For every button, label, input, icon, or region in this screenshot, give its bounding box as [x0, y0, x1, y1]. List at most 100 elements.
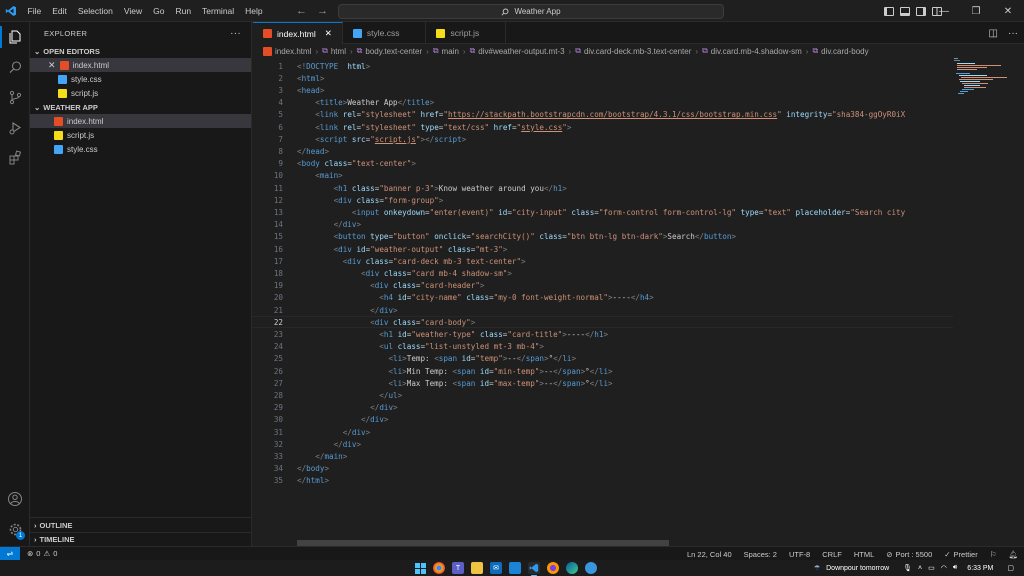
search-icon[interactable]	[0, 52, 30, 82]
code-line[interactable]: 27 <li>Max Temp: <span id="max-temp">--<…	[253, 377, 953, 389]
open-editor-item[interactable]: style.css	[30, 72, 251, 86]
chrome-icon[interactable]	[433, 562, 445, 574]
extensions-icon[interactable]	[0, 142, 30, 172]
firefox-icon[interactable]	[547, 562, 559, 574]
microphone-icon[interactable]: 🎙︎	[903, 564, 912, 572]
weather-rain-icon[interactable]: ☂	[814, 564, 820, 572]
remote-indicator-icon[interactable]: ⇌	[0, 546, 20, 561]
file-item[interactable]: style.css	[30, 142, 251, 156]
toggle-sidebar-icon[interactable]	[884, 6, 894, 16]
code-line[interactable]: 12 <div class="form-group">	[253, 194, 953, 206]
code-line[interactable]: 23 <h1 id="weather-type" class="card-tit…	[253, 328, 953, 340]
minimap[interactable]	[954, 58, 1010, 98]
explorer-icon[interactable]	[0, 22, 30, 52]
code-line[interactable]: 22 <div class="card-body">	[253, 316, 953, 329]
problems-indicator[interactable]: ⊗ 0 ⚠ 0	[27, 549, 57, 558]
breadcrumb-item[interactable]: div#weather-output.mt-3	[478, 47, 564, 56]
manage-gear-icon[interactable]: 1	[0, 514, 30, 544]
code-line[interactable]: 9 <body class="text-center">	[253, 158, 953, 170]
menu-terminal[interactable]: Terminal	[197, 0, 240, 22]
mail-icon[interactable]: ✉	[490, 562, 502, 574]
toggle-panel-icon[interactable]	[900, 6, 910, 16]
breadcrumb-item[interactable]: html	[331, 47, 346, 56]
menu-go[interactable]: Go	[148, 0, 170, 22]
code-line[interactable]: 11 <h1 class="banner p-3">Know weather a…	[253, 182, 953, 194]
code-editor[interactable]: 1 <!DOCTYPE html> 2 <html> 3 <head> 4 <title>W…	[253, 58, 1024, 530]
clock-time[interactable]: 6:33 PM	[967, 565, 993, 572]
code-line[interactable]: 25 <li>Temp: <span id="temp">--</span>°<…	[253, 353, 953, 365]
menu-help[interactable]: Help	[240, 0, 268, 22]
open-editor-item[interactable]: script.js	[30, 86, 251, 100]
code-line[interactable]: 18 <div class="card mb-4 shadow-sm">	[253, 267, 953, 279]
code-line[interactable]: 1 <!DOCTYPE html>	[253, 60, 953, 72]
code-line[interactable]: 13 <input onkeydown="enter(event)" id="c…	[253, 206, 953, 218]
store-icon[interactable]	[509, 562, 521, 574]
code-line[interactable]: 17 <div class="card-deck mb-3 text-cente…	[253, 255, 953, 267]
folder-header[interactable]: ⌄ WEATHER APP	[30, 100, 251, 114]
menu-view[interactable]: View	[118, 0, 147, 22]
restore-icon[interactable]: ❐	[960, 6, 992, 17]
battery-icon[interactable]: ▭	[928, 564, 935, 572]
code-line[interactable]: 26 <li>Min Temp: <span id="min-temp">--<…	[253, 365, 953, 377]
code-line[interactable]: 35 </html>	[253, 475, 953, 487]
code-line[interactable]: 29 </div>	[253, 402, 953, 414]
code-line[interactable]: 28 </ul>	[253, 389, 953, 401]
breadcrumb-item[interactable]: main	[442, 47, 459, 56]
code-line[interactable]: 3 <head>	[253, 84, 953, 96]
forward-arrow-icon[interactable]: →	[317, 5, 328, 17]
open-editors-header[interactable]: ⌄ OPEN EDITORS	[30, 44, 251, 58]
run-debug-icon[interactable]	[0, 112, 30, 142]
code-line[interactable]: 24 <ul class="list-unstyled mt-3 mb-4">	[253, 341, 953, 353]
file-item[interactable]: index.html	[30, 114, 251, 128]
toggle-secondary-sidebar-icon[interactable]	[916, 6, 926, 16]
more-actions-icon[interactable]: ···	[230, 28, 241, 39]
breadcrumb-item[interactable]: div.card.mb-4.shadow-sm	[711, 47, 802, 56]
code-line[interactable]: 32 </div>	[253, 438, 953, 450]
code-line[interactable]: 5 <link rel="stylesheet" href="https://s…	[253, 109, 953, 121]
file-item[interactable]: script.js	[30, 128, 251, 142]
code-line[interactable]: 6 <link rel="stylesheet" type="text/css"…	[253, 121, 953, 133]
code-line[interactable]: 2 <html>	[253, 72, 953, 84]
open-editor-item[interactable]: ✕ index.html	[30, 58, 251, 72]
code-line[interactable]: 14 </div>	[253, 219, 953, 231]
menu-selection[interactable]: Selection	[72, 0, 118, 22]
tab-script-js[interactable]: script.js	[426, 22, 507, 44]
cursor-position[interactable]: Ln 22, Col 40	[687, 550, 732, 559]
code-line[interactable]: 21 </div>	[253, 304, 953, 316]
code-line[interactable]: 4 <title>Weather App</title>	[253, 97, 953, 109]
vscode-taskbar-icon[interactable]	[528, 562, 540, 576]
more-actions-icon[interactable]: ···	[1008, 28, 1018, 39]
notifications-bell-icon[interactable]: 🔔︎	[1008, 550, 1018, 559]
code-line[interactable]: 10 <main>	[253, 170, 953, 182]
weather-text[interactable]: Downpour tomorrow	[826, 565, 889, 572]
breadcrumb-item[interactable]: index.html	[275, 47, 311, 56]
menu-edit[interactable]: Edit	[47, 0, 73, 22]
volume-icon[interactable]: 🔊︎	[953, 564, 957, 572]
code-line[interactable]: 16 <div id="weather-output" class="mt-3"…	[253, 243, 953, 255]
encoding[interactable]: UTF-8	[789, 550, 810, 559]
code-line[interactable]: 15 <button type="button" onclick="search…	[253, 231, 953, 243]
tab-index-html[interactable]: index.html ✕	[253, 22, 343, 44]
close-icon[interactable]: ✕	[325, 28, 332, 39]
chevron-up-icon[interactable]: ˄	[918, 565, 922, 572]
menu-run[interactable]: Run	[170, 0, 197, 22]
language-mode[interactable]: HTML	[854, 550, 874, 559]
close-icon[interactable]: ✕	[992, 6, 1024, 17]
timeline-header[interactable]: › TIMELINE	[30, 532, 252, 546]
wifi-icon[interactable]: ◠	[941, 564, 947, 572]
windows-start-icon[interactable]	[414, 562, 426, 574]
code-line[interactable]: 33 </main>	[253, 450, 953, 462]
code-line[interactable]: 34 </body>	[253, 463, 953, 475]
breadcrumb-item[interactable]: body.text-center	[365, 47, 422, 56]
teams-icon[interactable]: T	[452, 562, 464, 574]
app-icon[interactable]	[585, 562, 597, 574]
code-line[interactable]: 30 </div>	[253, 414, 953, 426]
breadcrumb-item[interactable]: div.card-body	[821, 47, 868, 56]
command-center-search[interactable]: Weather App	[338, 4, 724, 19]
code-line[interactable]: 20 <h4 id="city-name" class="my-0 font-w…	[253, 292, 953, 304]
edge-icon[interactable]	[566, 562, 578, 574]
code-line[interactable]: 7 <script src="script.js"></script>	[253, 133, 953, 145]
code-line[interactable]: 8 </head>	[253, 145, 953, 157]
indentation[interactable]: Spaces: 2	[744, 550, 777, 559]
code-line[interactable]: 19 <div class="card-header">	[253, 280, 953, 292]
